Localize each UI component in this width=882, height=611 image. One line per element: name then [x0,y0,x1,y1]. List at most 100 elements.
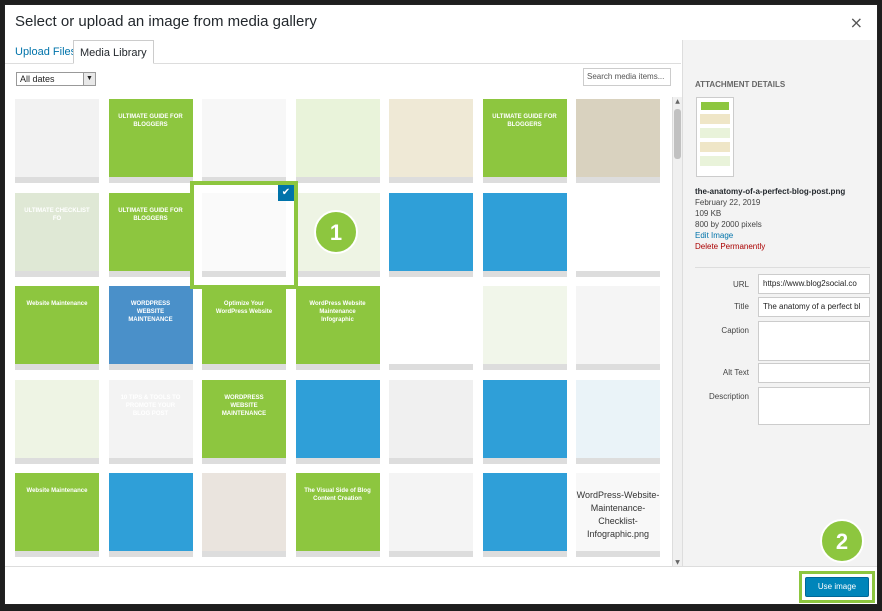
step-badge-1: 1 [314,210,358,254]
thumb-image [389,286,473,364]
delete-permanently-link[interactable]: Delete Permanently [695,241,845,252]
thumb-hands[interactable] [576,286,660,370]
thumb-image [576,99,660,177]
thumb-image [482,99,567,177]
media-toolbar: All dates ▼ Search media items... [5,65,681,95]
thumb-image [202,286,286,364]
thumb-image [576,286,660,364]
description-field[interactable] [758,387,870,425]
thumb-wordpress-blue[interactable]: WORDPRESS WEBSITE MAINTENANCE [108,286,193,370]
thumb-blue-doc-2[interactable] [108,473,193,557]
tab-media-library[interactable]: Media Library [73,40,154,64]
tab-bar: Upload Files Media Library [5,40,681,64]
thumb-website-maintenance-2[interactable]: Website Maintenance [15,473,99,557]
thumb-image [295,473,380,551]
thumb-caption: Optimize Your WordPress Website [215,301,273,316]
thumb-screenshot[interactable] [15,99,99,183]
close-icon[interactable]: × [850,13,863,32]
thumb-image [108,192,193,271]
thumb-caption: 10 TIPS & TOOLS TO PROMOTE YOUR BLOG POS… [120,394,181,417]
thumb-visual-side[interactable]: The Visual Side of Blog Content Creation [295,473,380,557]
thumb-image [389,99,473,177]
use-image-button[interactable]: Use image [805,577,869,597]
thumb-caption: ULTIMATE GUIDE FOR BLOGGERS [118,207,183,222]
thumb-image [202,99,286,177]
thumb-image [15,379,99,458]
thumb-caption: The Visual Side of Blog Content Creation [304,488,371,503]
thumb-ultimate-guide-3[interactable]: ULTIMATE GUIDE FOR BLOGGERS [108,192,193,277]
alt-text-field[interactable] [758,363,870,383]
thumb-tips-tools[interactable]: 10 TIPS & TOOLS TO PROMOTE YOUR BLOG POS… [108,379,193,464]
date-filter-select[interactable]: All dates ▼ [16,72,96,86]
thumb-blue-infographic-3[interactable] [482,379,567,464]
thumb-caption: Website Maintenance [26,488,88,495]
thumb-image [295,286,380,364]
thumb-image [108,379,193,458]
thumb-portrait[interactable] [389,286,473,370]
modal-footer: Use image [5,566,877,604]
thumb-caption: WORDPRESS WEBSITE MAINTENANCE [128,301,173,324]
thumb-file-placeholder[interactable]: WordPress-Website-Maintenance-Checklist-… [576,473,660,557]
details-size: 109 KB [695,209,722,218]
thumb-image [202,473,286,551]
thumb-wordpress-maint-2[interactable]: WORDPRESS WEBSITE MAINTENANCE [202,379,286,464]
thumb-ultimate-guide-1[interactable]: ULTIMATE GUIDE FOR BLOGGERS [108,99,193,183]
thumb-filename: WordPress-Website-Maintenance-Checklist-… [576,490,660,539]
thumb-image [389,192,473,271]
title-label: Title [734,302,749,311]
thumb-green-nodes[interactable] [482,286,567,370]
description-label: Description [708,392,749,401]
thumb-infographic-beige[interactable] [389,99,473,183]
scroll-up-icon[interactable]: ▲ [673,98,682,105]
thumb-blue-doc[interactable] [295,379,380,464]
thumb-brain[interactable] [15,379,99,464]
thumb-blue-infographic-1[interactable] [389,192,473,277]
thumb-image [15,286,99,364]
details-date: February 22, 2019 [695,198,761,207]
thumb-note-paper[interactable] [576,99,660,183]
thumb-blue-infographic-2[interactable] [482,192,567,277]
media-modal: Select or upload an image from media gal… [4,4,878,605]
thumb-woman[interactable] [202,473,286,557]
caption-field[interactable] [758,321,870,361]
thumb-blue-robots[interactable] [576,379,660,464]
thumb-colorful-list[interactable] [389,379,473,464]
details-divider [695,267,870,268]
thumb-optimize-wordpress[interactable]: Optimize Your WordPress Website [202,286,286,370]
thumb-website-maintenance[interactable]: Website Maintenance [15,286,99,370]
url-label: URL [732,280,749,289]
thumb-infographic-white[interactable] [202,99,286,183]
url-field[interactable]: https://www.blog2social.co [758,274,870,294]
step-badge-2: 2 [820,519,864,563]
thumb-image [15,473,99,551]
tab-upload-files[interactable]: Upload Files [9,40,82,64]
date-filter-value: All dates [20,74,55,84]
thumb-image [482,379,567,458]
thumb-ultimate-guide-2[interactable]: ULTIMATE GUIDE FOR BLOGGERS [482,99,567,183]
title-field[interactable]: The anatomy of a perfect bl [758,297,870,317]
thumb-image [482,192,567,271]
thumb-blue-infographic-4[interactable] [482,473,567,557]
alt-text-label: Alt Text [722,368,749,377]
scrollbar-thumb[interactable] [674,109,681,159]
thumb-ultimate-checklist[interactable]: ULTIMATE CHECKLIST FO [15,192,99,277]
thumb-image [295,99,380,177]
thumb-green-flow[interactable] [295,99,380,183]
details-heading: ATTACHMENT DETAILS [695,80,786,89]
grid-scrollbar[interactable]: ▲ ▼ [672,97,682,567]
details-info: the-anatomy-of-a-perfect-blog-post.png F… [695,186,845,252]
edit-image-link[interactable]: Edit Image [695,230,845,241]
thumb-image [295,379,380,458]
thumb-image [389,379,473,458]
thumb-caption: WordPress Website Maintenance Infographi… [309,301,366,324]
thumb-wordpress-maintenance-infographic[interactable]: WordPress Website Maintenance Infographi… [295,286,380,370]
thumb-visuals-traffic[interactable] [389,473,473,557]
checkmark-icon[interactable]: ✔ [278,184,294,201]
thumb-image [482,286,567,364]
search-input[interactable]: Search media items... [583,68,671,86]
thumb-blue-tall[interactable] [576,192,660,277]
chevron-down-icon[interactable]: ▼ [83,73,95,85]
thumb-caption: ULTIMATE CHECKLIST FO [24,207,90,222]
thumb-image [482,473,567,551]
scroll-down-icon[interactable]: ▼ [673,559,682,566]
